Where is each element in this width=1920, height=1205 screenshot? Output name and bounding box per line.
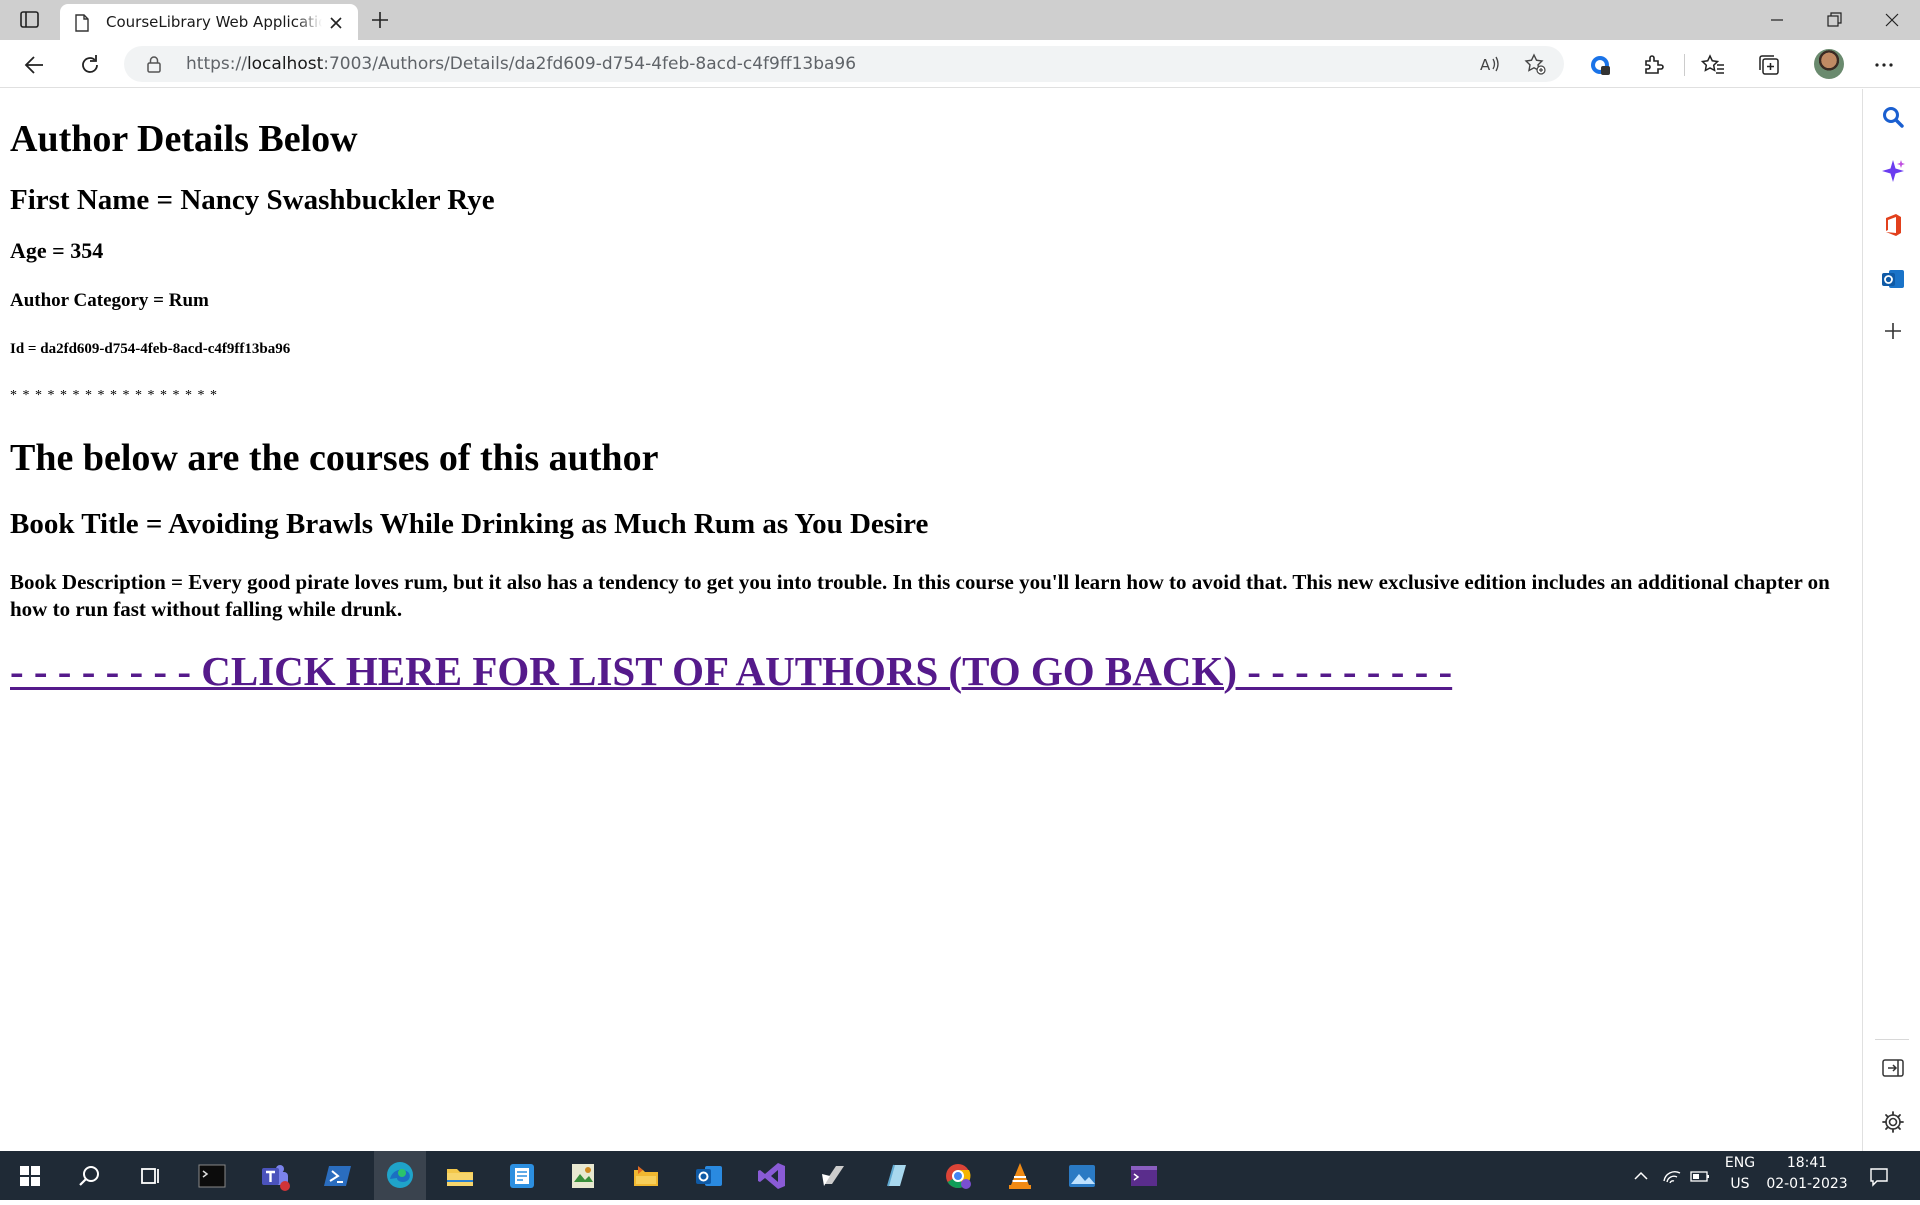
favorites-icon[interactable] [1700,52,1726,78]
plus-icon[interactable] [368,8,392,32]
read-aloud-icon[interactable]: A [1479,53,1501,75]
taskbar-search-icon[interactable] [74,1160,106,1192]
chrome-icon[interactable] [942,1160,974,1192]
svg-text:A: A [1480,56,1491,74]
page-content: Author Details Below First Name = Nancy … [0,89,1862,1151]
toolbar-divider [1684,54,1685,76]
teams-icon[interactable] [259,1160,291,1192]
notepad-app-icon[interactable] [506,1160,538,1192]
copilot-icon[interactable] [1880,158,1906,184]
close-icon[interactable] [326,13,346,33]
eraser-app-icon[interactable] [880,1160,912,1192]
notifications-icon[interactable] [1868,1165,1890,1187]
url-prefix: https:// [186,54,247,74]
collections-icon[interactable] [1756,52,1782,78]
office-icon[interactable] [1880,212,1906,238]
visual-studio-icon[interactable] [756,1160,788,1192]
git-tool-icon[interactable] [818,1160,850,1192]
author-age: Age = 354 [10,238,104,264]
console-icon[interactable] [1128,1160,1160,1192]
back-icon[interactable] [22,52,48,78]
edge-taskbar-button[interactable] [374,1151,426,1200]
active-tab[interactable]: CourseLibrary Web Application for Learni… [60,4,358,40]
url-path: :7003/Authors/Details/da2fd609-d754-4feb… [323,54,857,74]
powershell-icon[interactable] [322,1160,354,1192]
lock-icon[interactable] [146,55,162,73]
book-description: Book Description = Every good pirate lov… [10,570,1830,622]
more-icon[interactable] [1871,52,1897,78]
url-text[interactable]: https://localhost:7003/Authors/Details/d… [186,54,856,74]
refresh-icon[interactable] [77,52,103,78]
author-first-name: First Name = Nancy Swashbuckler Rye [10,183,495,216]
windows-taskbar: ENG US 18:41 02-01-2023 [0,1151,1920,1200]
minimize-icon[interactable] [1749,0,1805,40]
terminal-icon[interactable] [196,1160,228,1192]
outlook-icon[interactable] [1880,266,1906,292]
page-title: Author Details Below [10,118,358,160]
photos-icon[interactable] [1066,1160,1098,1192]
clock-date[interactable]: 02-01-2023 [1766,1176,1848,1192]
address-bar[interactable]: https://localhost:7003/Authors/Details/d… [124,46,1564,82]
folder-transfer-icon[interactable] [630,1160,662,1192]
tab-bar: CourseLibrary Web Application for Learni… [0,0,1920,40]
book-title: Book Title = Avoiding Brawls While Drink… [10,508,929,541]
language-label[interactable]: ENG [1720,1155,1760,1171]
file-explorer-icon[interactable] [444,1160,476,1192]
clock-time[interactable]: 18:41 [1766,1155,1848,1171]
hide-sidebar-icon[interactable] [1880,1055,1906,1081]
separator: * * * * * * * * * * * * * * * * * [10,388,218,404]
tab-actions-icon[interactable] [18,10,42,30]
outlook-taskbar-icon[interactable] [693,1160,725,1192]
window-close-icon[interactable] [1864,0,1920,40]
courses-heading: The below are the courses of this author [10,437,659,480]
search-icon[interactable] [1880,104,1906,130]
battery-icon[interactable] [1689,1165,1711,1187]
author-id: Id = da2fd609-d754-4feb-8acd-c4f9ff13ba9… [10,341,291,358]
task-view-icon[interactable] [134,1160,166,1192]
author-category: Author Category = Rum [10,290,209,312]
restore-icon[interactable] [1805,0,1861,40]
wifi-icon[interactable] [1661,1165,1683,1187]
url-host: localhost [246,54,324,74]
tab-title: CourseLibrary Web Application for Learni… [106,13,322,31]
page-icon [74,14,90,32]
tracking-icon[interactable] [1587,52,1613,78]
sidebar-divider [1875,1039,1909,1040]
back-to-authors-link[interactable]: - - - - - - - - CLICK HERE FOR LIST OF A… [10,647,1852,695]
image-editor-icon[interactable] [567,1160,599,1192]
region-label[interactable]: US [1720,1176,1760,1192]
extensions-icon[interactable] [1641,52,1667,78]
browser-toolbar: https://localhost:7003/Authors/Details/d… [0,40,1920,88]
start-icon[interactable] [14,1160,46,1192]
add-icon[interactable] [1880,318,1906,344]
edge-sidebar [1862,89,1920,1151]
add-favorite-icon[interactable] [1524,53,1546,75]
settings-icon[interactable] [1880,1109,1906,1135]
avatar[interactable] [1814,49,1844,79]
chevron-up-icon[interactable] [1630,1165,1652,1187]
vlc-icon[interactable] [1004,1160,1036,1192]
